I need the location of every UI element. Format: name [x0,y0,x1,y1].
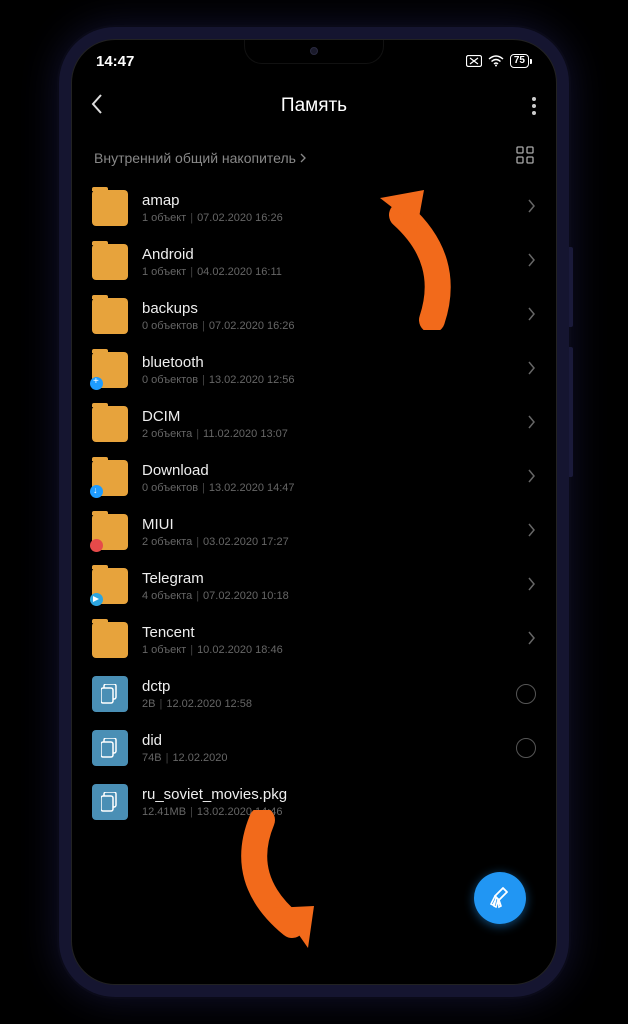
list-item[interactable]: backups 0 объектов|07.02.2020 16:26 [92,289,536,343]
item-meta: 1 объект|10.02.2020 18:46 [142,644,528,656]
list-item[interactable]: Telegram 4 объекта|07.02.2020 10:18 [92,559,536,613]
item-meta: 1 объект|07.02.2020 16:26 [142,212,528,224]
list-item[interactable]: DCIM 2 объекта|11.02.2020 13:07 [92,397,536,451]
item-meta: 2 объекта|11.02.2020 13:07 [142,428,528,440]
item-text: amap 1 объект|07.02.2020 16:26 [142,192,528,224]
folder-icon [92,298,128,334]
grid-view-button[interactable] [516,146,534,169]
folder-icon [92,460,128,496]
chevron-right-icon [528,577,536,596]
back-button[interactable] [90,93,114,120]
item-text: MIUI 2 объекта|03.02.2020 17:27 [142,516,528,548]
folder-badge [90,539,103,552]
breadcrumb-row: Внутренний общий накопитель [72,130,556,181]
folder-icon [92,568,128,604]
phone-frame: 14:47 75 Память Внутренний общий накопит [59,27,569,997]
chevron-right-icon [528,415,536,434]
item-name: Download [142,462,528,479]
item-text: did 74B|12.02.2020 [142,732,516,764]
item-meta: 1 объект|04.02.2020 16:11 [142,266,528,278]
file-icon [92,784,128,820]
folder-icon [92,352,128,388]
battery-icon: 75 [510,54,532,68]
chevron-right-icon [528,253,536,272]
item-meta: 2B|12.02.2020 12:58 [142,698,516,710]
wifi-icon [488,55,504,67]
list-item[interactable]: bluetooth 0 объектов|13.02.2020 12:56 [92,343,536,397]
notch [244,40,384,64]
list-item[interactable]: did 74B|12.02.2020 [92,721,536,775]
chevron-right-icon [528,199,536,218]
item-text: Download 0 объектов|13.02.2020 14:47 [142,462,528,494]
more-menu-button[interactable] [532,97,536,115]
list-item[interactable]: amap 1 объект|07.02.2020 16:26 [92,181,536,235]
clean-fab[interactable] [474,872,526,924]
select-radio[interactable] [516,684,536,704]
status-time: 14:47 [96,53,134,70]
folder-icon [92,244,128,280]
status-icons: 75 [466,54,532,68]
breadcrumb[interactable]: Внутренний общий накопитель [94,150,307,166]
chevron-right-icon [528,523,536,542]
list-item[interactable]: MIUI 2 объекта|03.02.2020 17:27 [92,505,536,559]
folder-badge [90,485,103,498]
annotation-arrow-bottom [232,810,352,950]
file-icon [92,676,128,712]
item-name: DCIM [142,408,528,425]
folder-icon [92,622,128,658]
item-name: backups [142,300,528,317]
item-name: MIUI [142,516,528,533]
broom-icon [487,885,513,911]
item-text: Android 1 объект|04.02.2020 16:11 [142,246,528,278]
select-radio[interactable] [516,738,536,758]
folder-badge [90,593,103,606]
item-name: did [142,732,516,749]
item-text: bluetooth 0 объектов|13.02.2020 12:56 [142,354,528,386]
item-name: Telegram [142,570,528,587]
item-meta: 0 объектов|13.02.2020 12:56 [142,374,528,386]
list-item[interactable]: Android 1 объект|04.02.2020 16:11 [92,235,536,289]
item-text: Telegram 4 объекта|07.02.2020 10:18 [142,570,528,602]
item-text: Tencent 1 объект|10.02.2020 18:46 [142,624,528,656]
item-name: ru_soviet_movies.pkg [142,786,536,803]
item-text: DCIM 2 объекта|11.02.2020 13:07 [142,408,528,440]
app-header: Память [72,82,556,130]
folder-badge [90,377,103,390]
list-item[interactable]: dctp 2B|12.02.2020 12:58 [92,667,536,721]
item-meta: 74B|12.02.2020 [142,752,516,764]
item-text: backups 0 объектов|07.02.2020 16:26 [142,300,528,332]
item-name: amap [142,192,528,209]
item-meta: 12.41MB|13.02.2020 14:46 [142,806,536,818]
item-meta: 2 объекта|03.02.2020 17:27 [142,536,528,548]
folder-icon [92,514,128,550]
page-title: Память [281,95,347,117]
file-icon [92,730,128,766]
screen: 14:47 75 Память Внутренний общий накопит [71,39,557,985]
chevron-right-icon [528,307,536,326]
file-list: amap 1 объект|07.02.2020 16:26 Android 1 об… [72,181,556,829]
item-text: ru_soviet_movies.pkg 12.41MB|13.02.2020 1… [142,786,536,818]
item-name: Tencent [142,624,528,641]
item-name: Android [142,246,528,263]
list-item[interactable]: Download 0 объектов|13.02.2020 14:47 [92,451,536,505]
list-item[interactable]: Tencent 1 объект|10.02.2020 18:46 [92,613,536,667]
folder-icon [92,190,128,226]
item-text: dctp 2B|12.02.2020 12:58 [142,678,516,710]
no-sim-icon [466,55,482,67]
list-item[interactable]: ru_soviet_movies.pkg 12.41MB|13.02.2020 1… [92,775,536,829]
item-meta: 0 объектов|13.02.2020 14:47 [142,482,528,494]
item-meta: 4 объекта|07.02.2020 10:18 [142,590,528,602]
chevron-right-icon [300,153,307,163]
folder-icon [92,406,128,442]
item-name: bluetooth [142,354,528,371]
chevron-right-icon [528,469,536,488]
chevron-right-icon [528,361,536,380]
chevron-right-icon [528,631,536,650]
item-name: dctp [142,678,516,695]
item-meta: 0 объектов|07.02.2020 16:26 [142,320,528,332]
breadcrumb-text: Внутренний общий накопитель [94,150,296,166]
